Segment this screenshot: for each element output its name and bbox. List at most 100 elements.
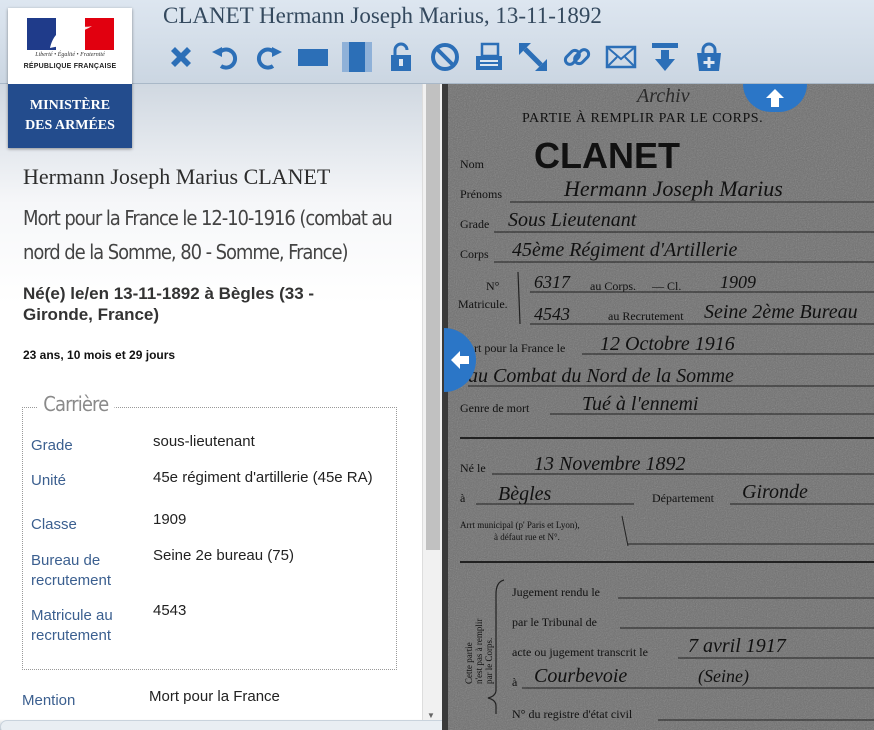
doc-acte-date: 7 avril 1917 — [688, 635, 787, 657]
bottom-tab[interactable] — [0, 720, 515, 730]
doc-arr-label-2: à défaut rue et N°. — [494, 532, 560, 542]
doc-mort-label: ort pour la France le — [468, 341, 565, 355]
republic-label: RÉPUBLIQUE FRANÇAISE — [23, 63, 117, 70]
block-button[interactable] — [425, 38, 465, 76]
doc-ne-date: 13 Novembre 1892 — [534, 453, 685, 475]
doc-classe: 1909 — [720, 272, 756, 292]
doc-tribunal: par le Tribunal de — [512, 615, 597, 629]
rotate-right-icon — [256, 47, 282, 70]
doc-prenoms: Hermann Joseph Marius — [563, 176, 783, 201]
field-label: Matricule au recrutement — [31, 607, 113, 644]
doc-commune-dept: (Seine) — [698, 666, 749, 687]
doc-grade: Sous Lieutenant — [508, 209, 637, 231]
doc-prenoms-label: Prénoms — [460, 187, 502, 201]
doc-lieu: Bègles — [498, 483, 552, 505]
field-label: Classe — [31, 516, 77, 533]
doc-side-text-3: par le Corps. — [484, 638, 494, 684]
field-label: Unité — [31, 472, 67, 489]
fit-width-button[interactable] — [293, 38, 333, 76]
doc-genre: Tué à l'ennemi — [582, 393, 698, 415]
doc-corps-label: Corps — [460, 247, 489, 261]
marianne-icon — [50, 20, 92, 48]
field-value: Seine 2e bureau (75) — [153, 547, 294, 564]
field-value: sous-lieutenant — [153, 433, 255, 450]
document-viewer[interactable]: Archiv PARTIE À REMPLIR PAR LE CORPS. No… — [442, 84, 874, 730]
page-title: CLANET Hermann Joseph Marius, 13-11-1892 — [163, 3, 602, 28]
scrollbar-thumb[interactable] — [426, 84, 440, 550]
field-label: Grade — [31, 437, 73, 454]
rotate-right-button[interactable] — [249, 38, 289, 76]
add-basket-button[interactable] — [689, 38, 729, 76]
death-info: Mort pour la France le 12-10-1916 (comba… — [23, 206, 393, 264]
doc-commune: Courbevoie — [534, 665, 627, 687]
doc-no-label: N° — [486, 279, 500, 293]
doc-mort-date: 12 Octobre 1916 — [600, 333, 735, 355]
republic-motto: Liberté • Égalité • Fraternité — [35, 52, 105, 58]
toolbar — [161, 38, 729, 76]
arrow-up-icon — [766, 89, 784, 107]
doc-registre: N° du registre d'état civil — [512, 707, 633, 721]
doc-corps-no: 6317 — [534, 272, 571, 292]
doc-cl: — Cl. — [651, 279, 681, 293]
doc-side-text-1: Cette partie — [464, 642, 474, 684]
field-value: 4543 — [153, 602, 187, 619]
birth-info: Né(e) le/en 13-11-1892 à Bègles (33 - Gi… — [23, 284, 315, 324]
rotate-left-button[interactable] — [205, 38, 245, 76]
fit-height-button[interactable] — [337, 38, 377, 76]
doc-a-label: à — [460, 491, 466, 505]
fullscreen-icon — [519, 43, 547, 71]
ministry-logo: Liberté • Égalité • Fraternité RÉPUBLIQU… — [8, 8, 132, 148]
close-button[interactable] — [161, 38, 201, 76]
ministry-line-1: MINISTÈRE — [29, 98, 111, 113]
doc-header: PARTIE À REMPLIR PAR LE CORPS. — [522, 109, 763, 126]
career-legend: Carrière — [37, 392, 115, 416]
doc-departement: Gironde — [742, 481, 808, 503]
doc-grade-label: Grade — [460, 217, 489, 231]
mention-label: Mention — [22, 692, 76, 709]
rotate-left-icon — [212, 47, 238, 70]
doc-nom: CLANET — [534, 135, 680, 176]
doc-au-recrutement: au Recrutement — [608, 309, 684, 323]
fit-height-icon — [342, 42, 372, 72]
doc-corps: 45ème Régiment d'Artillerie — [512, 239, 737, 261]
print-icon — [476, 42, 502, 70]
doc-acte-label: acte ou jugement transcrit le — [512, 645, 648, 659]
field-value: 45e régiment d'artillerie (45e RA) — [153, 469, 373, 486]
fit-width-icon — [298, 49, 328, 66]
details-panel: Hermann Joseph Marius CLANET Mort pour l… — [0, 84, 422, 730]
ministry-name: MINISTÈRE DES ARMÉES — [8, 84, 132, 148]
add-basket-icon — [697, 42, 721, 71]
scanned-document: Archiv PARTIE À REMPLIR PAR LE CORPS. No… — [442, 84, 874, 730]
link-icon — [563, 48, 591, 66]
doc-matricule-label: Matricule. — [458, 297, 508, 311]
mail-button[interactable] — [601, 38, 641, 76]
scroll-down-arrow-icon[interactable]: ▼ — [427, 711, 435, 720]
doc-au-corps: au Corps. — [590, 279, 636, 293]
doc-side-text-2: n'est pas à remplir — [474, 619, 484, 684]
arrow-left-icon — [451, 351, 469, 369]
fullscreen-button[interactable] — [513, 38, 553, 76]
doc-top-scrawl: Archiv — [635, 85, 690, 107]
doc-combat: au Combat du Nord de la Somme — [468, 365, 734, 387]
career-section: Carrière Grade sous-lieutenant Unité 45e… — [22, 392, 397, 670]
mention-value: Mort pour la France — [149, 688, 280, 705]
unlock-icon — [391, 42, 411, 71]
link-button[interactable] — [557, 38, 597, 76]
close-icon — [171, 47, 191, 67]
field-value: 1909 — [153, 511, 187, 528]
doc-genre-label: Genre de mort — [460, 401, 530, 415]
panel-scrollbar[interactable]: ▼ — [422, 84, 442, 730]
unlock-button[interactable] — [381, 38, 421, 76]
doc-acte-lieu: à — [512, 675, 518, 689]
doc-nom-label: Nom — [460, 157, 485, 171]
field-label: Bureau de recrutement — [31, 552, 112, 589]
doc-arr-label-1: Arrt municipal (p' Paris et Lyon), — [460, 520, 580, 530]
mail-icon — [605, 45, 637, 69]
doc-recrutement: Seine 2ème Bureau — [704, 301, 858, 323]
print-button[interactable] — [469, 38, 509, 76]
download-button[interactable] — [645, 38, 685, 76]
doc-jugement: Jugement rendu le — [512, 585, 600, 599]
download-icon — [652, 43, 678, 71]
doc-ne-label: Né le — [460, 461, 486, 475]
person-name: Hermann Joseph Marius CLANET — [23, 164, 331, 189]
